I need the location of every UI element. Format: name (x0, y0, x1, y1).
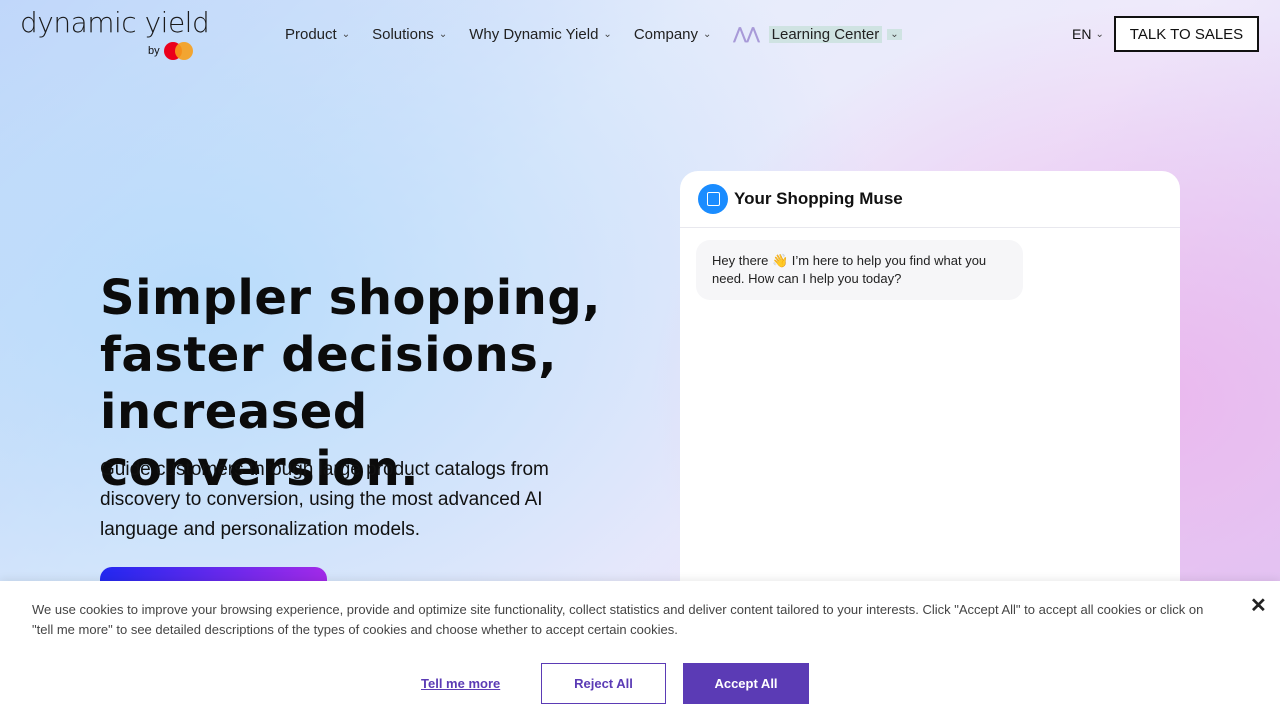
hero-subtitle: Guide customers through large product ca… (100, 459, 549, 540)
logo-by: by (148, 45, 160, 57)
nav-label: Why Dynamic Yield (469, 25, 599, 43)
shopping-bag-bot-icon (698, 184, 728, 214)
nav-label: Company (633, 25, 699, 43)
chevron-down-icon: ⌄ (438, 28, 448, 40)
nav-company[interactable]: Company ⌄ (634, 22, 712, 46)
chevron-down-icon: ⌄ (887, 28, 902, 40)
nav-learning-center[interactable]: ⋀⋀ Learning Center ⌄ (733, 22, 902, 46)
nav-product[interactable]: Product ⌄ (285, 22, 350, 46)
logo[interactable]: dynamic yield by (20, 6, 210, 60)
chat-header: Your Shopping Muse (680, 171, 1180, 228)
nav-label: Product (285, 25, 337, 43)
chevron-down-icon: ⌄ (703, 28, 712, 40)
chevron-down-icon: ⌄ (341, 28, 351, 40)
language-label: EN (1072, 26, 1092, 42)
accept-all-button[interactable]: Accept All (683, 663, 809, 704)
chat-widget: Your Shopping Muse Hey there 👋 I’m here … (680, 171, 1180, 601)
cookie-text: We use cookies to improve your browsing … (32, 602, 1204, 637)
chevron-down-icon: ⌄ (603, 28, 612, 40)
reject-all-button[interactable]: Reject All (541, 663, 666, 704)
language-selector[interactable]: EN ⌄ (1072, 26, 1104, 42)
tell-me-more-link[interactable]: Tell me more (421, 676, 500, 691)
main-nav: Product ⌄ Solutions ⌄ Why Dynamic Yield ⌄ C… (285, 22, 924, 46)
nav-label: Learning Center (768, 25, 883, 43)
wave-icon: ⋀⋀ (733, 26, 760, 43)
close-icon[interactable]: ✕ (1250, 593, 1267, 618)
logo-text: dynamic yield (20, 6, 210, 39)
talk-to-sales-button[interactable]: TALK TO SALES (1114, 16, 1259, 52)
cookie-banner: We use cookies to improve your browsing … (0, 581, 1280, 720)
chat-title: Your Shopping Muse (734, 189, 903, 208)
chat-message: Hey there 👋 I’m here to help you find wh… (696, 240, 1023, 300)
mastercard-logo-icon (163, 42, 194, 60)
nav-label: Solutions (372, 25, 434, 43)
chevron-down-icon: ⌄ (1095, 28, 1104, 40)
nav-why-dynamic-yield[interactable]: Why Dynamic Yield ⌄ (469, 22, 612, 46)
nav-solutions[interactable]: Solutions ⌄ (372, 22, 447, 46)
